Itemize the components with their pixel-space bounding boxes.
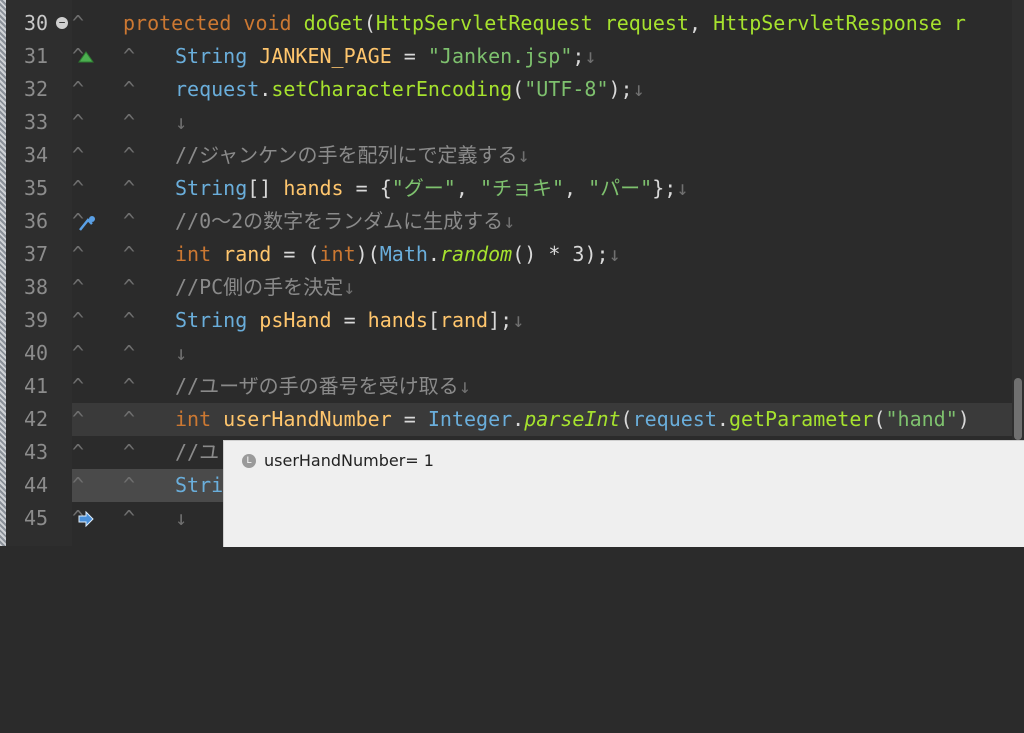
code-line-32[interactable]: 32 ^ ^ request.setCharacterEncoding("UTF… xyxy=(0,73,1024,106)
breakpoint-marker-icon[interactable] xyxy=(4,12,95,63)
variable-hover-tooltip[interactable]: L userHandNumber= 1 xyxy=(223,440,1024,547)
line-number: 41 xyxy=(24,374,49,398)
code-text: String[] hands = {"グー", "チョキ", "パー"};↓ xyxy=(175,176,689,200)
newline-mark: ↓ xyxy=(175,110,188,134)
tab-mark: ^ xyxy=(123,209,136,233)
line-number: 44 xyxy=(24,473,49,497)
fold-collapse-icon[interactable]: − xyxy=(56,17,68,29)
line-number: 37 xyxy=(24,242,49,266)
code-line-42[interactable]: 42 ^ ^ int userHandNumber = Integer.pars… xyxy=(0,403,1024,436)
line-number: 43 xyxy=(24,440,49,464)
tab-mark: ^ xyxy=(72,77,85,101)
instruction-pointer-icon xyxy=(4,474,94,528)
scrollbar-thumb[interactable] xyxy=(1014,378,1022,440)
code-text: protected void doGet(HttpServletRequest … xyxy=(123,11,966,35)
code-comment: //ジャンケンの手を配列にで定義する↓ xyxy=(175,143,530,167)
tab-mark: ^ xyxy=(72,374,85,398)
code-line-34[interactable]: 34 ^ ^ //ジャンケンの手を配列にで定義する↓ xyxy=(0,139,1024,172)
line-number: 34 xyxy=(24,143,49,167)
tab-mark: ^ xyxy=(72,176,85,200)
tab-mark: ^ xyxy=(123,176,136,200)
newline-mark: ↓ xyxy=(175,341,188,365)
tab-mark: ^ xyxy=(72,308,85,332)
code-text: String JANKEN_PAGE = "Janken.jsp";↓ xyxy=(175,44,597,68)
code-line-35[interactable]: 35 ^ ^ String[] hands = {"グー", "チョキ", "パ… xyxy=(0,172,1024,231)
tab-mark: ^ xyxy=(123,308,136,332)
tab-mark: ^ xyxy=(72,143,85,167)
line-number: 36 xyxy=(24,209,49,233)
line-number: 31 xyxy=(24,44,49,68)
line-number: 40 xyxy=(24,341,49,365)
newline-mark: ↓ xyxy=(175,506,188,530)
tab-mark: ^ xyxy=(72,110,85,134)
variable-value-label: userHandNumber= 1 xyxy=(264,451,434,470)
tab-mark: ^ xyxy=(123,44,136,68)
tab-mark: ^ xyxy=(123,374,136,398)
code-text: int userHandNumber = Integer.parseInt(re… xyxy=(175,407,970,431)
line-number: 35 xyxy=(24,176,49,200)
code-comment: //0〜2の数字をランダムに生成する↓ xyxy=(175,209,516,233)
code-text: Stri xyxy=(175,473,224,497)
tab-mark: ^ xyxy=(123,275,136,299)
tab-mark: ^ xyxy=(72,11,85,35)
code-comment: //PC側の手を決定↓ xyxy=(175,275,356,299)
tab-mark: ^ xyxy=(123,473,136,497)
line-number: 42 xyxy=(24,407,49,431)
tab-mark: ^ xyxy=(72,473,85,497)
code-line-41[interactable]: 41 ^ ^ //ユーザの手の番号を受け取る↓ xyxy=(0,370,1024,403)
code-line-37[interactable]: 37 ^ ^ int rand = (int)(Math.random() * … xyxy=(0,238,1024,271)
bookmark-icon[interactable] xyxy=(4,178,96,231)
tab-mark: ^ xyxy=(72,242,85,266)
tab-mark: ^ xyxy=(72,209,85,233)
code-comment: //ユーザの手の番号を受け取る↓ xyxy=(175,374,471,398)
code-line-38[interactable]: 38 ^ ^ //PC側の手を決定↓ xyxy=(0,271,1024,304)
code-line-33[interactable]: 33 ^ ^ ↓ xyxy=(0,106,1024,139)
code-line-31[interactable]: 31 ^ ^ String JANKEN_PAGE = "Janken.jsp"… xyxy=(0,40,1024,73)
code-line-40[interactable]: 40 ^ ^ ↓ xyxy=(0,337,1024,370)
tab-mark: ^ xyxy=(123,506,136,530)
tab-mark: ^ xyxy=(123,143,136,167)
tab-mark: ^ xyxy=(123,77,136,101)
code-text: request.setCharacterEncoding("UTF-8");↓ xyxy=(175,77,645,101)
code-line-36[interactable]: 36 ^ ^ //0〜2の数字をランダムに生成する↓ xyxy=(0,205,1024,238)
code-text: String psHand = hands[rand];↓ xyxy=(175,308,525,332)
tab-mark: ^ xyxy=(72,506,85,530)
variable-value-row[interactable]: L userHandNumber= 1 xyxy=(242,449,434,473)
tab-mark: ^ xyxy=(123,407,136,431)
line-number: 45 xyxy=(24,506,49,530)
code-text: int rand = (int)(Math.random() * 3);↓ xyxy=(175,242,621,266)
tab-mark: ^ xyxy=(123,341,136,365)
tab-mark: ^ xyxy=(123,242,136,266)
tab-mark: ^ xyxy=(72,341,85,365)
tab-mark: ^ xyxy=(123,110,136,134)
line-number: 39 xyxy=(24,308,49,332)
line-number: 32 xyxy=(24,77,49,101)
code-line-30[interactable]: 30 − ^ protected void doGet(HttpServletR… xyxy=(0,7,1024,63)
local-variable-icon: L xyxy=(242,454,256,468)
line-number: 33 xyxy=(24,110,49,134)
tab-mark: ^ xyxy=(123,440,136,464)
code-comment: //ユ xyxy=(175,440,220,464)
tab-mark: ^ xyxy=(72,44,85,68)
code-line-39[interactable]: 39 ^ ^ String psHand = hands[rand];↓ xyxy=(0,304,1024,337)
tab-mark: ^ xyxy=(72,275,85,299)
line-number: 38 xyxy=(24,275,49,299)
tab-mark: ^ xyxy=(72,440,85,464)
line-number: 30 xyxy=(24,11,49,35)
tab-mark: ^ xyxy=(72,407,85,431)
